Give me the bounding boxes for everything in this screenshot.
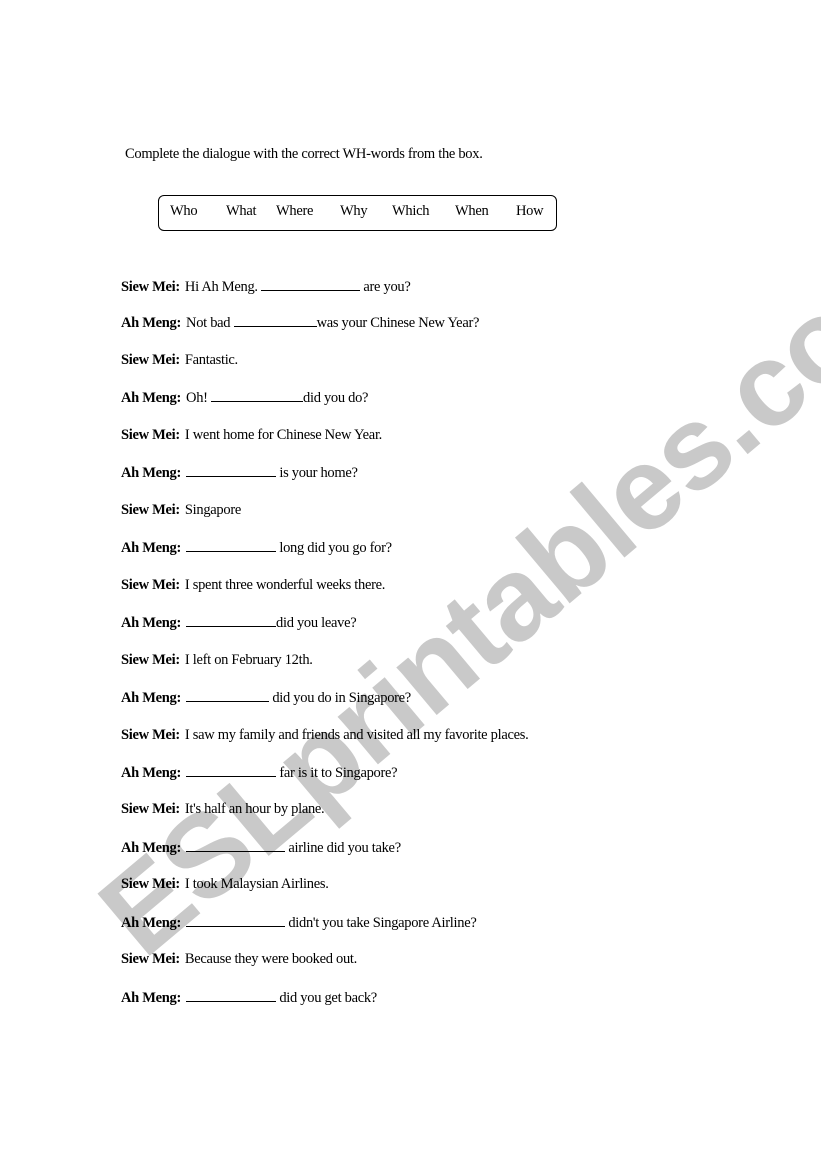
instruction-text: Complete the dialogue with the correct W… xyxy=(125,146,483,162)
answer-blank[interactable] xyxy=(186,539,277,552)
speaker-label: Siew Mei: xyxy=(121,352,180,368)
line-text-after: are you? xyxy=(360,279,411,295)
speaker-label: Ah Meng: xyxy=(121,540,182,556)
speaker-label: Ah Meng: xyxy=(121,990,182,1006)
speaker-label: Ah Meng: xyxy=(121,840,182,856)
line-text-before: Singapore xyxy=(184,502,241,518)
line-text-before: I spent three wonderful weeks there. xyxy=(184,577,386,593)
dialogue-line: Ah Meng: Oh! did you do? xyxy=(121,389,368,407)
line-text-before: I saw my family and friends and visited … xyxy=(184,727,529,743)
answer-blank[interactable] xyxy=(186,689,270,702)
line-text-after: is your home? xyxy=(276,465,358,481)
speaker-label: Siew Mei: xyxy=(121,727,180,743)
line-text-after: airline did you take? xyxy=(285,840,401,856)
speaker-label: Ah Meng: xyxy=(121,915,182,931)
speaker-label: Ah Meng: xyxy=(121,390,182,406)
dialogue-line: Siew Mei: It's half an hour by plane. xyxy=(121,801,325,818)
line-text-before: Hi Ah Meng. xyxy=(184,279,258,295)
dialogue-line: Ah Meng: did you do in Singapore? xyxy=(121,689,411,707)
line-text-before: Oh! xyxy=(186,390,208,406)
word-which: Which xyxy=(392,203,430,219)
line-text-before: Fantastic. xyxy=(184,352,238,368)
answer-blank[interactable] xyxy=(261,278,361,291)
dialogue-line: Siew Mei: I spent three wonderful weeks t… xyxy=(121,577,385,594)
dialogue-line: Siew Mei: Because they were booked out. xyxy=(121,951,357,968)
line-text-after: did you leave? xyxy=(276,615,357,631)
answer-blank[interactable] xyxy=(211,389,304,402)
line-text-before: Because they were booked out. xyxy=(184,951,357,967)
word-where: Where xyxy=(276,203,314,219)
dialogue-line: Siew Mei: I left on February 12th. xyxy=(121,652,313,669)
answer-blank[interactable] xyxy=(186,464,277,477)
speaker-label: Siew Mei: xyxy=(121,427,180,443)
dialogue-line: Ah Meng: long did you go for? xyxy=(121,539,392,557)
line-text-before: I took Malaysian Airlines. xyxy=(184,876,329,892)
speaker-label: Ah Meng: xyxy=(121,615,182,631)
word-how: How xyxy=(516,203,544,219)
line-text-before: I went home for Chinese New Year. xyxy=(184,427,382,443)
speaker-label: Siew Mei: xyxy=(121,502,180,518)
line-text-after: didn't you take Singapore Airline? xyxy=(285,915,477,931)
answer-blank[interactable] xyxy=(186,614,277,627)
dialogue-line: Ah Meng: is your home? xyxy=(121,464,358,482)
answer-blank[interactable] xyxy=(186,989,277,1002)
answer-blank[interactable] xyxy=(186,839,286,852)
speaker-label: Siew Mei: xyxy=(121,577,180,593)
dialogue-line: Ah Meng: did you leave? xyxy=(121,614,357,632)
line-text-after: far is it to Singapore? xyxy=(276,765,398,781)
dialogue-line: Siew Mei: Singapore xyxy=(121,502,241,519)
word-who: Who xyxy=(170,203,198,219)
dialogue-line: Siew Mei: I went home for Chinese New Yea… xyxy=(121,427,382,444)
line-text-after: did you do? xyxy=(303,390,369,406)
speaker-label: Siew Mei: xyxy=(121,801,180,817)
speaker-label: Siew Mei: xyxy=(121,876,180,892)
speaker-label: Ah Meng: xyxy=(121,315,182,331)
dialogue-line: Ah Meng: did you get back? xyxy=(121,989,377,1007)
dialogue-line: Siew Mei: Hi Ah Meng. are you? xyxy=(121,278,411,296)
dialogue-line: Ah Meng: far is it to Singapore? xyxy=(121,764,398,782)
wh-word-box: Who What Where Why Which When How xyxy=(158,195,557,231)
line-text-before: It's half an hour by plane. xyxy=(184,801,325,817)
dialogue-line: Siew Mei: Fantastic. xyxy=(121,352,238,369)
line-text-after: did you get back? xyxy=(276,990,377,1006)
dialogue-line: Ah Meng: Not bad was your Chinese New Yea… xyxy=(121,314,479,332)
word-when: When xyxy=(455,203,489,219)
speaker-label: Ah Meng: xyxy=(121,690,182,706)
line-text-before: Not bad xyxy=(186,315,231,331)
dialogue-line: Ah Meng: airline did you take? xyxy=(121,839,401,857)
dialogue-line: Ah Meng: didn't you take Singapore Airli… xyxy=(121,914,477,932)
answer-blank[interactable] xyxy=(233,314,317,327)
word-what: What xyxy=(226,203,257,219)
speaker-label: Siew Mei: xyxy=(121,951,180,967)
line-text-before: I left on February 12th. xyxy=(184,652,313,668)
line-text-after: long did you go for? xyxy=(276,540,392,556)
dialogue-line: Siew Mei: I saw my family and friends and… xyxy=(121,727,529,744)
line-text-after: did you do in Singapore? xyxy=(269,690,411,706)
speaker-label: Siew Mei: xyxy=(121,279,180,295)
dialogue-line: Siew Mei: I took Malaysian Airlines. xyxy=(121,876,329,893)
answer-blank[interactable] xyxy=(186,914,286,927)
word-why: Why xyxy=(340,203,368,219)
speaker-label: Ah Meng: xyxy=(121,765,182,781)
line-text-after: was your Chinese New Year? xyxy=(316,315,480,331)
answer-blank[interactable] xyxy=(186,764,277,777)
speaker-label: Siew Mei: xyxy=(121,652,180,668)
speaker-label: Ah Meng: xyxy=(121,465,182,481)
